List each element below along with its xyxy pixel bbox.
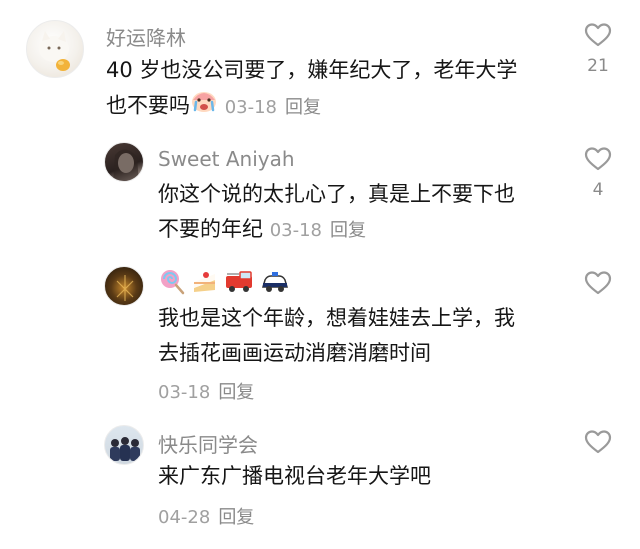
like-count: 4 — [592, 180, 604, 200]
comment-date: 03-18 — [224, 96, 277, 118]
comment-text-line-2: 去插花画画运动消磨消磨时间 — [158, 341, 431, 365]
portrait-avatar-icon — [113, 149, 139, 181]
comment-text: 40 岁也没公司要了，嫌年纪大了，老年大学 也不要吗 03-18 回复 — [106, 53, 517, 125]
comment-text-line: 40 岁也没公司要了，嫌年纪大了，老年大学 — [106, 58, 518, 82]
comment-text-tail: 也不要吗 — [106, 93, 190, 118]
avatar[interactable] — [104, 142, 144, 182]
lollipop-emoji-icon — [161, 270, 185, 295]
username[interactable]: 快乐同学会 — [158, 429, 258, 458]
username[interactable]: 好运降林 — [106, 22, 186, 51]
like-count: 21 — [587, 56, 609, 76]
heart-icon — [584, 23, 612, 47]
like-button[interactable]: 21 — [583, 22, 613, 76]
group-photo-avatar-icon — [110, 437, 140, 461]
comment-meta: 03-18 回复 — [225, 97, 321, 118]
like-button[interactable] — [583, 429, 613, 455]
fireworks-avatar-icon — [116, 275, 134, 301]
comment-meta: 03-18 回复 — [158, 378, 254, 404]
reply-button[interactable]: 回复 — [218, 507, 254, 528]
comment-text-line-2: 也不要吗 03-18 回复 — [106, 88, 517, 125]
heart-icon — [584, 430, 612, 454]
fire-engine-emoji-icon — [226, 271, 252, 292]
comment-text: 来广东广播电视台老年大学吧 — [158, 459, 431, 494]
reply-button[interactable]: 回复 — [218, 382, 254, 403]
comment-text-tail: 不要的年纪 — [158, 217, 263, 241]
comment-text: 我也是这个年龄，想着娃娃去上学，我 去插花画画运动消磨消磨时间 — [158, 301, 515, 371]
shortcake-emoji-icon — [194, 272, 215, 292]
comment-text: 你这个说的太扎心了，真是上不要下也 不要的年纪 03-18 回复 — [158, 177, 515, 248]
comment-date: 03-18 — [158, 382, 211, 403]
avatar[interactable] — [104, 266, 144, 306]
police-car-emoji-icon — [262, 272, 288, 292]
comment-meta: 04-28 回复 — [158, 503, 254, 529]
comment-text-line-2: 不要的年纪 03-18 回复 — [158, 212, 515, 248]
comment-date: 04-28 — [158, 507, 211, 528]
avatar[interactable] — [26, 20, 84, 78]
avatar[interactable] — [104, 425, 144, 465]
username[interactable]: Sweet Aniyah — [158, 147, 295, 171]
cat-avatar-icon — [39, 31, 70, 71]
comment-text-line: 我也是这个年龄，想着娃娃去上学，我 — [158, 306, 515, 330]
comment-meta: 03-18 回复 — [270, 220, 366, 241]
reply-button[interactable]: 回复 — [285, 97, 321, 118]
comment-date: 03-18 — [269, 220, 322, 241]
like-button[interactable] — [583, 270, 613, 296]
username-emojis[interactable] — [158, 268, 290, 295]
heart-icon — [584, 147, 612, 171]
comment-text-line: 来广东广播电视台老年大学吧 — [158, 464, 431, 488]
comment-text-line: 你这个说的太扎心了，真是上不要下也 — [158, 182, 515, 206]
heart-icon — [584, 271, 612, 295]
like-button[interactable]: 4 — [583, 146, 613, 200]
reply-button[interactable]: 回复 — [330, 220, 366, 241]
crying-face-emoji-icon — [190, 88, 218, 125]
